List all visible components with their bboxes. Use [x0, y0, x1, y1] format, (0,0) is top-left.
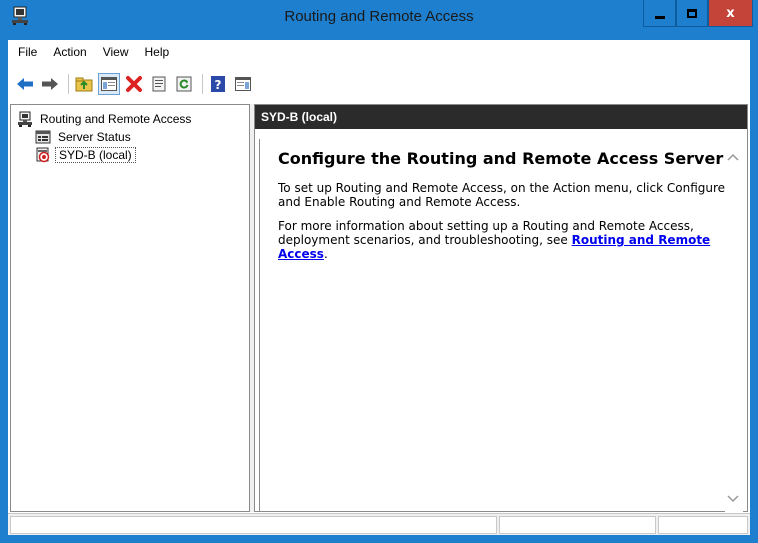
vertical-scrollbar[interactable]	[725, 139, 743, 521]
forward-icon	[42, 78, 58, 90]
status-bar	[8, 513, 750, 535]
menu-action[interactable]: Action	[45, 45, 94, 59]
rras-server-icon	[17, 111, 33, 127]
refresh-button[interactable]	[173, 73, 195, 95]
show-hide-tree-icon	[101, 77, 117, 91]
server-status-icon	[35, 129, 51, 145]
close-button[interactable]: x	[708, 0, 753, 27]
details-body: Configure the Routing and Remote Access …	[255, 129, 747, 521]
back-icon	[17, 78, 33, 90]
show-action-pane-button[interactable]	[232, 73, 254, 95]
details-header: SYD-B (local)	[255, 105, 747, 129]
maximize-button[interactable]	[676, 0, 708, 27]
configure-message: Configure the Routing and Remote Access …	[278, 149, 728, 271]
tree-item-root[interactable]: Routing and Remote Access	[17, 110, 194, 128]
tree-item-server-status[interactable]: Server Status	[35, 128, 134, 146]
up-folder-icon	[75, 77, 93, 92]
console-tree[interactable]: Routing and Remote Access Server Status …	[10, 104, 250, 512]
delete-icon	[126, 76, 142, 92]
configure-heading: Configure the Routing and Remote Access …	[278, 149, 724, 168]
close-icon: x	[726, 5, 735, 21]
client-area: File Action View Help ? Routing and Remo…	[8, 40, 750, 535]
status-cell-main	[10, 516, 497, 534]
minimize-icon	[654, 15, 665, 19]
more-info-suffix: .	[323, 247, 328, 261]
content-frame: Configure the Routing and Remote Access …	[259, 139, 743, 521]
status-cell-2	[499, 516, 656, 534]
help-button[interactable]: ?	[207, 73, 229, 95]
properties-button[interactable]	[148, 73, 170, 95]
show-action-pane-icon	[235, 77, 251, 91]
up-folder-button[interactable]	[73, 73, 95, 95]
help-icon: ?	[211, 76, 225, 92]
refresh-icon	[176, 76, 192, 92]
tree-item-syd-b[interactable]: SYD-B (local)	[35, 146, 136, 164]
scroll-up-icon[interactable]	[727, 151, 739, 161]
forward-button[interactable]	[39, 73, 61, 95]
title-bar[interactable]: Routing and Remote Access x	[0, 0, 758, 40]
menu-bar: File Action View Help	[8, 40, 750, 64]
tree-item-label: Server Status	[58, 130, 131, 144]
toolbar-separator	[202, 74, 203, 94]
menu-help[interactable]: Help	[137, 45, 178, 59]
minimize-button[interactable]	[643, 0, 676, 27]
toolbar: ?	[8, 64, 750, 104]
status-cell-3	[658, 516, 748, 534]
svg-text:?: ?	[215, 78, 222, 92]
configure-instructions: To set up Routing and Remote Access, on …	[278, 181, 726, 209]
menu-view[interactable]: View	[95, 45, 137, 59]
delete-button[interactable]	[123, 73, 145, 95]
back-button[interactable]	[14, 73, 36, 95]
tree-item-label: SYD-B (local)	[55, 147, 136, 163]
toolbar-separator	[68, 74, 69, 94]
details-pane: SYD-B (local) Configure the Routing and …	[254, 104, 748, 521]
tree-item-label: Routing and Remote Access	[40, 112, 192, 126]
more-info-text: For more information about setting up a …	[278, 219, 728, 261]
menu-file[interactable]: File	[10, 45, 45, 59]
maximize-icon	[687, 8, 697, 18]
scroll-down-icon[interactable]	[727, 493, 739, 503]
server-stopped-icon	[35, 147, 51, 163]
properties-icon	[152, 76, 166, 92]
main-window: Routing and Remote Access x File Action …	[0, 0, 758, 543]
show-hide-tree-button[interactable]	[98, 73, 120, 95]
